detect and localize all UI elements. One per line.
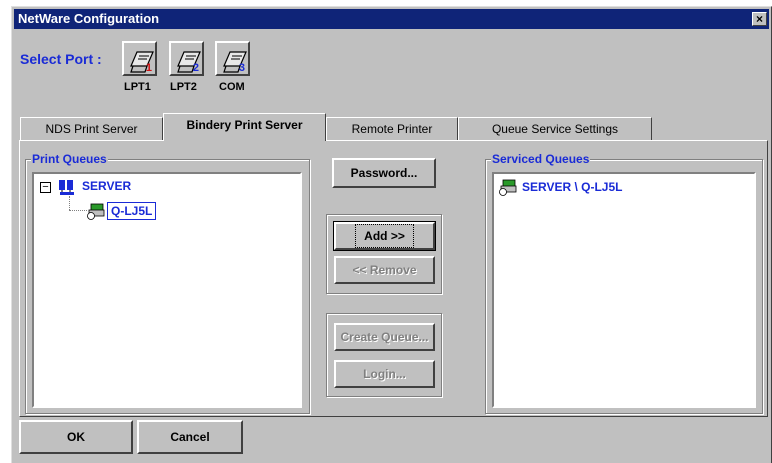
print-queue-icon <box>499 179 517 196</box>
tree-node-queue[interactable]: Q-LJ5L <box>107 202 157 220</box>
tab-remote-printer[interactable]: Remote Printer <box>326 117 458 141</box>
add-remove-group: Add >> << Remove <box>326 214 442 294</box>
tab-bindery-print-server[interactable]: Bindery Print Server <box>163 113 326 141</box>
server-icon <box>59 180 74 195</box>
port-label-lpt1: LPT1 <box>124 81 151 93</box>
port-label-com: COM <box>219 81 245 93</box>
window-title: NetWare Configuration <box>18 11 160 26</box>
login-button[interactable]: Login... <box>334 360 435 388</box>
title-bar: NetWare Configuration × <box>14 9 769 29</box>
serviced-queues-list[interactable]: SERVER \ Q-LJ5L <box>492 172 756 408</box>
print-queue-icon <box>87 203 105 220</box>
ok-button[interactable]: OK <box>19 420 133 454</box>
password-button[interactable]: Password... <box>332 158 436 188</box>
remove-button[interactable]: << Remove <box>334 256 435 284</box>
port-number: 3 <box>238 62 245 74</box>
print-queues-title: Print Queues <box>31 152 108 166</box>
tree-connector <box>69 210 87 211</box>
add-button[interactable]: Add >> <box>333 221 436 251</box>
serviced-queues-title: Serviced Queues <box>491 152 591 166</box>
serviced-queues-group: Serviced Queues SERVER \ Q-LJ5L <box>485 152 763 414</box>
netware-config-dialog: NetWare Configuration × Select Port : 1 … <box>11 6 772 463</box>
print-queues-group: Print Queues − SERVER Q-LJ5L <box>25 152 310 414</box>
tab-nds-print-server[interactable]: NDS Print Server <box>20 117 163 141</box>
cancel-button[interactable]: Cancel <box>137 420 243 454</box>
port-number: 2 <box>192 62 199 74</box>
tree-connector <box>69 196 70 210</box>
tree-node-server[interactable]: SERVER <box>82 179 131 193</box>
select-port-label: Select Port : <box>20 51 102 67</box>
port-lpt2-button[interactable]: 2 <box>169 41 204 76</box>
queue-actions-group: Create Queue... Login... <box>326 313 442 397</box>
serviced-queue-item[interactable]: SERVER \ Q-LJ5L <box>522 180 622 194</box>
tab-panel: Print Queues − SERVER Q-LJ5L Password...… <box>19 140 768 417</box>
close-button[interactable]: × <box>752 12 767 26</box>
add-button-label: Add >> <box>355 224 414 248</box>
port-label-lpt2: LPT2 <box>170 81 197 93</box>
port-number: 1 <box>145 62 152 74</box>
tab-queue-service-settings[interactable]: Queue Service Settings <box>458 117 652 141</box>
port-lpt1-button[interactable]: 1 <box>122 41 157 76</box>
collapse-toggle[interactable]: − <box>40 182 51 193</box>
print-queues-tree[interactable]: − SERVER Q-LJ5L <box>32 172 302 408</box>
port-com-button[interactable]: 3 <box>215 41 250 76</box>
create-queue-button[interactable]: Create Queue... <box>334 323 435 351</box>
